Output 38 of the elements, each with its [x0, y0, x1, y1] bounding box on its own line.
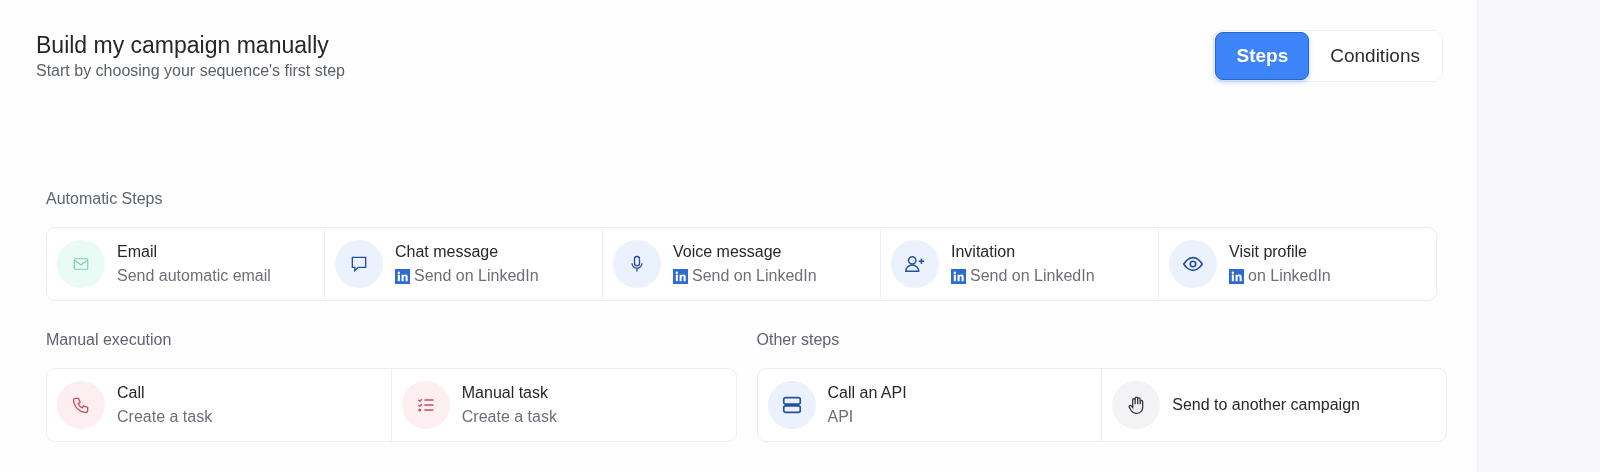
tab[interactable]: Steps	[1215, 32, 1310, 80]
add-user-icon	[904, 253, 926, 275]
page-subtitle: Start by choosing your sequence's first step	[36, 62, 345, 80]
step-card[interactable]: Email Send automatic email	[47, 228, 325, 300]
step-description: API	[827, 408, 854, 426]
step-card[interactable]: Visit profile on LinkedIn	[1159, 228, 1436, 300]
step-card[interactable]: Invitation Send on LinkedIn	[881, 228, 1159, 300]
envelope-icon	[72, 255, 90, 273]
page-title: Build my campaign manually	[36, 32, 330, 59]
step-name: Email	[117, 243, 158, 261]
step-card[interactable]: Call an API API	[757, 369, 1103, 441]
step-description: Send on LinkedIn	[414, 267, 539, 285]
step-description: Send on LinkedIn	[970, 267, 1095, 285]
chat-bubble-icon	[349, 254, 369, 274]
server-icon	[780, 394, 803, 416]
step-card[interactable]: Manual task Create a task	[391, 369, 736, 441]
step-card[interactable]: Call Create a task	[47, 369, 392, 441]
step-description: Send automatic email	[117, 267, 271, 285]
step-description: on LinkedIn	[1248, 267, 1331, 285]
step-description: Create a task	[117, 408, 213, 426]
step-name: Voice message	[673, 243, 783, 261]
step-description: Send on LinkedIn	[692, 267, 817, 285]
section-title: Manual execution	[46, 331, 173, 349]
step-name: Invitation	[951, 243, 1017, 261]
step-name: Call	[117, 384, 146, 402]
step-card[interactable]: Chat message Send on LinkedIn	[325, 228, 603, 300]
step-name: Manual task	[461, 384, 549, 402]
step-card[interactable]: Send to another campaign	[1102, 369, 1446, 441]
section-title: Other steps	[756, 331, 841, 349]
step-description: Create a task	[461, 408, 557, 426]
step-name: Send to another campaign	[1172, 396, 1360, 414]
step-name: Visit profile	[1229, 243, 1308, 261]
step-name: Call an API	[827, 384, 907, 402]
tab[interactable]: Conditions	[1309, 32, 1441, 80]
phone-icon	[71, 395, 91, 415]
step-card[interactable]: Voice message Send on LinkedIn	[603, 228, 881, 300]
section-title: Automatic Steps	[46, 190, 164, 208]
step-name: Chat message	[395, 243, 500, 261]
